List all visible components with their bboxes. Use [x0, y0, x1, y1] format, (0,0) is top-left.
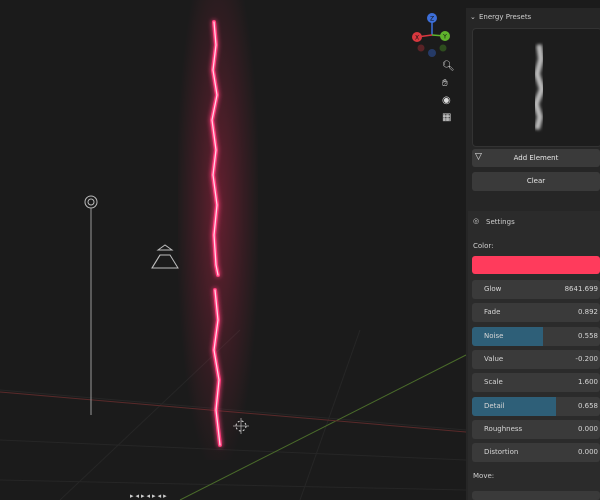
- setting-value: 1.600: [577, 378, 598, 387]
- settings-header[interactable]: ◎ Settings: [468, 213, 600, 229]
- setting-label: Noise: [484, 331, 504, 340]
- gizmo-neg-x-axis[interactable]: [417, 44, 425, 52]
- setting-scale-field[interactable]: Scale 1.600: [472, 373, 600, 393]
- setting-value-field[interactable]: Value -0.200: [472, 349, 600, 369]
- setting-label: Glow: [484, 285, 502, 293]
- gizmo-y-label: Y: [442, 34, 447, 41]
- setting-noise-fill: [472, 326, 544, 346]
- add-element-button[interactable]: ▽ Add Element: [472, 149, 600, 167]
- clear-label: Clear: [526, 177, 546, 185]
- camera-view-icon[interactable]: ◉: [442, 95, 451, 106]
- setting-label: Value: [484, 354, 504, 363]
- setting-fade-field[interactable]: Fade 0.892: [472, 303, 600, 323]
- pan-hand-icon[interactable]: ✋︎: [442, 78, 448, 89]
- setting-glow-field[interactable]: Glow 8641.699: [472, 280, 600, 299]
- gizmo-x-label: X: [415, 35, 419, 42]
- gizmo-neg-y-axis[interactable]: [439, 44, 447, 52]
- setting-detail-field[interactable]: Detail 0.658: [472, 396, 600, 416]
- setting-value: 0.892: [577, 308, 598, 317]
- setting-value: 8641.699: [564, 285, 598, 293]
- energy-presets-title: Energy Presets: [479, 13, 532, 21]
- setting-distortion-field[interactable]: Distortion 0.000: [472, 443, 600, 463]
- gizmo-neg-z-axis[interactable]: [428, 49, 436, 57]
- setting-value: 0.558: [577, 331, 598, 340]
- move-label: Move:: [473, 472, 495, 480]
- collapse-chevron-icon[interactable]: ⌄: [470, 13, 476, 21]
- gizmo-z-label: Z: [430, 16, 434, 23]
- settings-title: Settings: [486, 218, 515, 226]
- setting-roughness-field[interactable]: Roughness 0.000: [472, 419, 600, 439]
- add-element-label: Add Element: [513, 154, 559, 162]
- color-label: Color:: [473, 242, 494, 250]
- preset-preview[interactable]: [472, 28, 600, 147]
- setting-label: Scale: [484, 378, 503, 387]
- zoom-icon[interactable]: 🔍︎: [442, 61, 455, 72]
- preset-smoke-thumbnail: [532, 44, 546, 130]
- grid-view-icon[interactable]: ▦: [442, 112, 451, 123]
- setting-label: Roughness: [484, 424, 523, 433]
- clear-button[interactable]: Clear: [472, 172, 600, 191]
- navigation-gizmo[interactable]: Z X Y: [405, 10, 465, 60]
- setting-label: Detail: [484, 401, 505, 410]
- setting-label: Distortion: [484, 448, 519, 457]
- move-controls[interactable]: [472, 491, 600, 500]
- settings-pin-icon: ◎: [473, 217, 480, 225]
- color-swatch[interactable]: [472, 256, 600, 274]
- setting-value: -0.200: [575, 354, 598, 363]
- setting-value: 0.658: [577, 401, 598, 410]
- energy-presets-header[interactable]: ⌄ Energy Presets: [468, 10, 600, 24]
- setting-value: 0.000: [577, 424, 598, 433]
- setting-label: Fade: [484, 308, 501, 317]
- setting-noise-field[interactable]: Noise 0.558: [472, 326, 600, 346]
- bottom-toolbar-icons[interactable]: ▸◂▸◂▸◂▸: [130, 492, 230, 500]
- setting-value: 0.000: [577, 448, 598, 457]
